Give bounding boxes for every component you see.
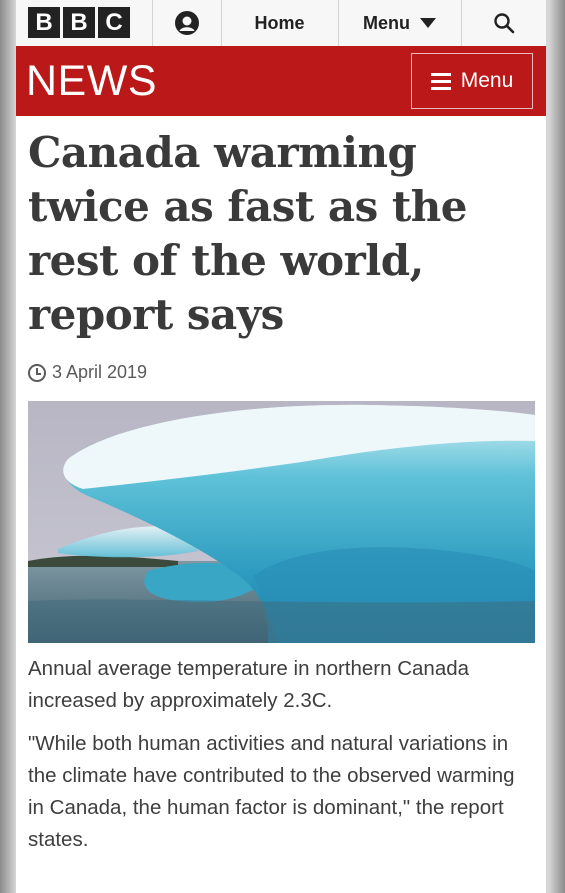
bbc-news-article-page: B B C Home Menu NEWS Menu Canada warming… xyxy=(16,0,546,893)
news-menu-button[interactable]: Menu xyxy=(411,53,533,109)
clock-icon xyxy=(28,363,46,382)
article-hero-image xyxy=(28,401,535,643)
article-date: 3 April 2019 xyxy=(28,362,147,383)
nav-menu-label: Menu xyxy=(363,12,410,33)
iceberg-photo xyxy=(28,401,535,643)
bbc-logo[interactable]: B B C xyxy=(28,7,130,38)
chevron-down-icon xyxy=(420,18,436,28)
article-date-text: 3 April 2019 xyxy=(52,362,148,382)
news-menu-label: Menu xyxy=(460,69,514,92)
news-header: NEWS Menu xyxy=(16,46,546,116)
hamburger-icon xyxy=(430,72,451,90)
account-icon xyxy=(174,11,199,35)
bbc-logo-letter: B xyxy=(63,7,95,38)
bbc-global-nav: B B C Home Menu xyxy=(16,0,546,47)
account-button[interactable] xyxy=(152,0,221,46)
article-headline: Canada warming twice as fast as the rest… xyxy=(28,128,468,339)
search-button[interactable] xyxy=(461,0,546,46)
bbc-logo-letter: B xyxy=(28,7,60,38)
news-logo[interactable]: NEWS xyxy=(26,57,157,105)
bbc-logo-letter: C xyxy=(98,7,130,38)
image-caption: Annual average temperature in northern C… xyxy=(28,657,470,712)
nav-home-link[interactable]: Home xyxy=(221,0,338,46)
nav-menu-button[interactable]: Menu xyxy=(338,0,461,46)
search-icon xyxy=(493,13,514,34)
article-paragraph: "While both human activities and natural… xyxy=(28,732,515,851)
